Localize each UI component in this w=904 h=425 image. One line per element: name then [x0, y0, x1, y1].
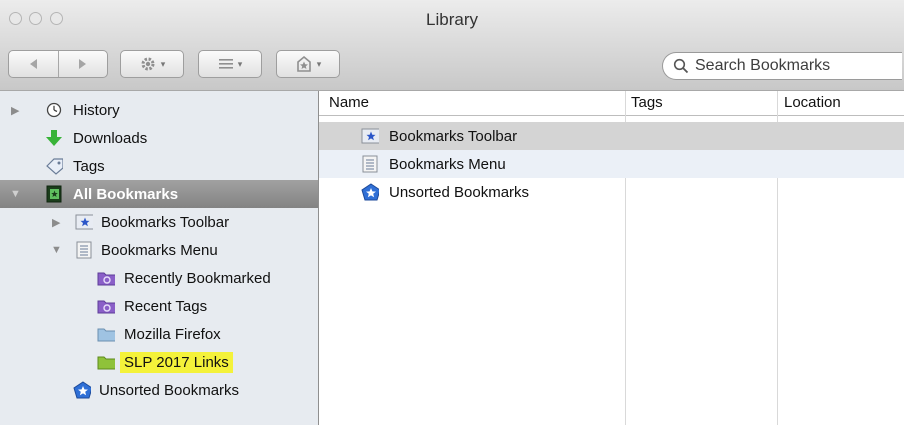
column-header-location[interactable]: Location	[784, 94, 841, 111]
sidebar-item-label: Bookmarks Menu	[101, 241, 218, 259]
table-row[interactable]: Bookmarks Toolbar	[319, 122, 904, 150]
sidebar-item-history[interactable]: ▶ History	[0, 96, 318, 124]
chevron-left-icon	[30, 59, 38, 69]
bookmarks-menu-icon	[75, 241, 93, 259]
column-header-name[interactable]: Name	[329, 94, 369, 111]
search-input[interactable]	[693, 56, 877, 76]
disclosure-triangle-right-icon[interactable]: ▶	[52, 216, 60, 229]
row-name: Bookmarks Toolbar	[389, 127, 518, 145]
table-row[interactable]: Unsorted Bookmarks	[319, 178, 904, 206]
tag-icon	[45, 157, 63, 175]
bookmarks-toolbar-icon	[75, 213, 93, 231]
unsorted-bookmarks-icon	[361, 183, 379, 201]
table-header: Name Tags Location	[319, 91, 904, 116]
toolbar: ▾ ▾ ▾	[0, 40, 904, 91]
table-row[interactable]: Bookmarks Menu	[319, 150, 904, 178]
organize-button[interactable]: ▾	[120, 50, 184, 78]
back-forward-buttons	[8, 50, 108, 78]
column-header-tags[interactable]: Tags	[631, 94, 663, 111]
forward-button[interactable]	[59, 51, 108, 77]
sidebar-item-bookmarks-menu[interactable]: ▼ Bookmarks Menu	[0, 236, 318, 264]
list-icon	[218, 59, 233, 69]
chevron-down-icon: ▾	[160, 58, 166, 69]
sidebar-item-tags[interactable]: Tags	[0, 152, 318, 180]
sidebar-item-recent-tags[interactable]: Recent Tags	[0, 292, 318, 320]
search-field[interactable]	[662, 52, 902, 80]
star-import-icon	[296, 55, 311, 72]
sidebar-item-downloads[interactable]: Downloads	[0, 124, 318, 152]
unsorted-bookmarks-icon	[73, 381, 91, 399]
folder-icon	[97, 325, 115, 343]
download-arrow-icon	[45, 129, 63, 147]
window-title: Library	[426, 10, 478, 29]
clock-icon	[45, 101, 63, 119]
chevron-down-icon: ▾	[316, 58, 322, 69]
sidebar: ▶ History Downloads Tags ▼ All Bookmarks…	[0, 91, 319, 425]
bookmarks-book-icon	[45, 185, 63, 203]
bookmarks-table: Name Tags Location Bookmarks Toolbar Boo…	[319, 91, 904, 425]
sidebar-item-unsorted-bookmarks[interactable]: Unsorted Bookmarks	[0, 376, 318, 404]
search-icon	[673, 58, 689, 74]
smart-folder-icon	[97, 297, 115, 315]
sidebar-item-label: Recently Bookmarked	[124, 269, 271, 287]
bookmarks-menu-icon	[361, 155, 379, 173]
sidebar-item-mozilla-firefox[interactable]: Mozilla Firefox	[0, 320, 318, 348]
sidebar-item-label: Bookmarks Toolbar	[101, 213, 230, 231]
back-button[interactable]	[9, 51, 58, 77]
chevron-down-icon: ▾	[237, 58, 243, 69]
folder-icon	[97, 353, 115, 371]
sidebar-item-label: Tags	[73, 157, 105, 175]
sidebar-item-label: All Bookmarks	[73, 185, 179, 203]
sidebar-item-label: History	[73, 101, 120, 119]
gear-icon	[141, 57, 155, 71]
sidebar-item-all-bookmarks[interactable]: ▼ All Bookmarks	[0, 180, 318, 208]
import-backup-button[interactable]: ▾	[276, 50, 340, 78]
views-button[interactable]: ▾	[198, 50, 262, 78]
sidebar-item-label: SLP 2017 Links	[120, 351, 233, 373]
sidebar-item-slp-2017-links[interactable]: SLP 2017 Links	[0, 348, 318, 376]
sidebar-item-recently-bookmarked[interactable]: Recently Bookmarked	[0, 264, 318, 292]
sidebar-item-bookmarks-toolbar[interactable]: ▶ Bookmarks Toolbar	[0, 208, 318, 236]
sidebar-item-label: Recent Tags	[124, 297, 208, 315]
row-name: Unsorted Bookmarks	[389, 183, 530, 201]
sidebar-item-label: Mozilla Firefox	[124, 325, 221, 343]
row-name: Bookmarks Menu	[389, 155, 506, 173]
disclosure-triangle-right-icon[interactable]: ▶	[11, 104, 19, 117]
chevron-right-icon	[78, 59, 86, 69]
bookmarks-toolbar-icon	[361, 127, 379, 145]
disclosure-triangle-down-icon[interactable]: ▼	[51, 244, 62, 256]
sidebar-item-label: Downloads	[73, 129, 148, 147]
disclosure-triangle-down-icon[interactable]: ▼	[10, 188, 21, 200]
smart-folder-icon	[97, 269, 115, 287]
sidebar-item-label: Unsorted Bookmarks	[99, 381, 240, 399]
title-bar: Library	[0, 0, 904, 40]
